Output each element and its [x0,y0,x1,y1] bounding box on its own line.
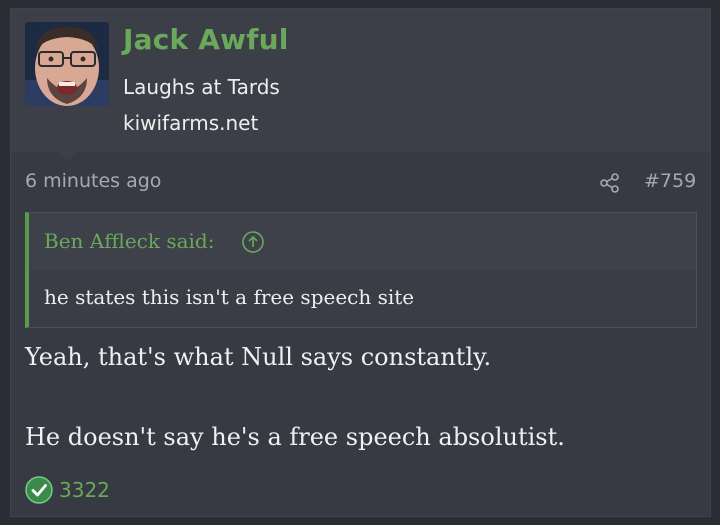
quote-header: Ben Affleck said: [29,213,696,270]
reaction-summary[interactable]: 3322 [25,476,110,504]
user-avatar[interactable] [25,22,109,106]
username[interactable]: Jack Awful [123,23,289,56]
forum-post: Jack Awful Laughs at Tards kiwifarms.net… [10,8,711,517]
user-site: kiwifarms.net [123,111,259,135]
quote-block: Ben Affleck said: he states this isn't a… [25,212,697,328]
quote-attribution[interactable]: Ben Affleck said: [44,229,214,253]
message-line: He doesn't say he's a free speech absolu… [25,423,565,451]
message-line: Yeah, that's what Null says constantly. [25,343,492,371]
arrow-up-circle-icon[interactable] [241,230,265,254]
avatar-image [25,22,109,106]
user-block-pointer [57,152,77,161]
user-title: Laughs at Tards [123,75,280,99]
post-number[interactable]: #759 [644,170,696,192]
checkmark-circle-icon [25,476,53,504]
share-icon[interactable] [599,172,621,194]
reaction-count[interactable]: 3322 [59,478,110,502]
user-block: Jack Awful Laughs at Tards kiwifarms.net [11,9,710,152]
arrow-up-circle-icon-graphic [242,231,264,253]
post-timestamp[interactable]: 6 minutes ago [25,170,161,192]
share-icon-graphic [600,173,619,193]
checkmark-circle-icon-graphic [25,476,53,504]
quote-body: he states this isn't a free speech site [44,285,415,309]
